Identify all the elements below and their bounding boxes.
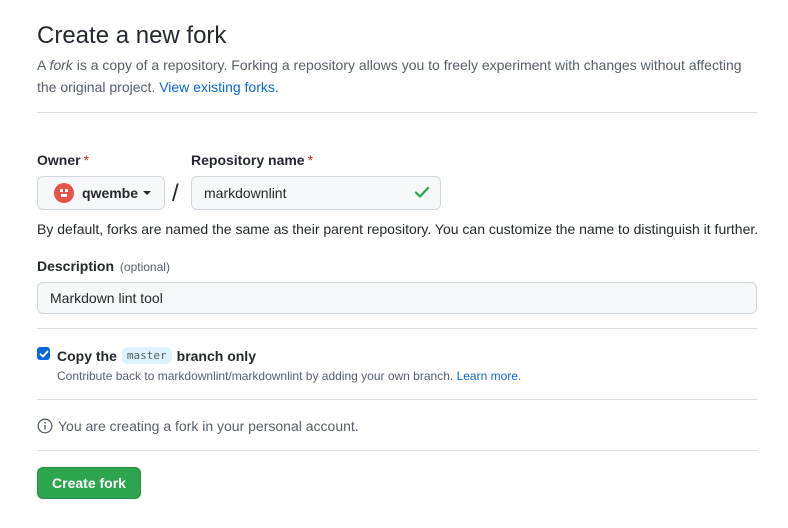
repository-name-input[interactable]	[191, 176, 441, 210]
divider	[37, 328, 757, 329]
required-mark: *	[83, 152, 90, 168]
divider	[37, 450, 757, 451]
copy-branch-label[interactable]: Copy the master branch only	[57, 347, 256, 364]
divider	[37, 112, 757, 113]
description-label: Description (optional)	[37, 258, 170, 274]
branch-name: master	[121, 347, 172, 364]
copy-branch-checkbox[interactable]	[37, 347, 50, 360]
fork-term: fork	[49, 57, 73, 73]
avatar-icon	[54, 183, 74, 203]
intro-text: A fork is a copy of a repository. Forkin…	[37, 57, 742, 95]
page-title: Create a new fork	[37, 22, 227, 49]
owner-label: Owner *	[37, 152, 90, 168]
view-existing-forks-link[interactable]: View existing forks.	[159, 79, 279, 95]
learn-more-link[interactable]: Learn more.	[457, 369, 522, 383]
checkbox-check-icon	[39, 350, 48, 357]
owner-select-button[interactable]: qwembe	[37, 176, 165, 210]
check-icon	[414, 184, 430, 205]
info-icon	[37, 418, 53, 434]
description-input[interactable]	[37, 282, 757, 314]
account-info: You are creating a fork in your personal…	[37, 418, 359, 434]
owner-name: qwembe	[82, 185, 139, 201]
optional-tag: (optional)	[119, 260, 170, 274]
divider	[37, 399, 757, 400]
account-info-text: You are creating a fork in your personal…	[58, 418, 359, 434]
owner-repo-separator: /	[172, 180, 179, 207]
create-fork-button[interactable]: Create fork	[37, 467, 141, 499]
caret-down-icon	[143, 191, 152, 195]
repository-name-help: By default, forks are named the same as …	[37, 221, 759, 237]
copy-branch-note: Contribute back to markdownlint/markdown…	[57, 369, 522, 383]
repository-name-label: Repository name *	[191, 152, 314, 168]
required-mark: *	[307, 152, 314, 168]
